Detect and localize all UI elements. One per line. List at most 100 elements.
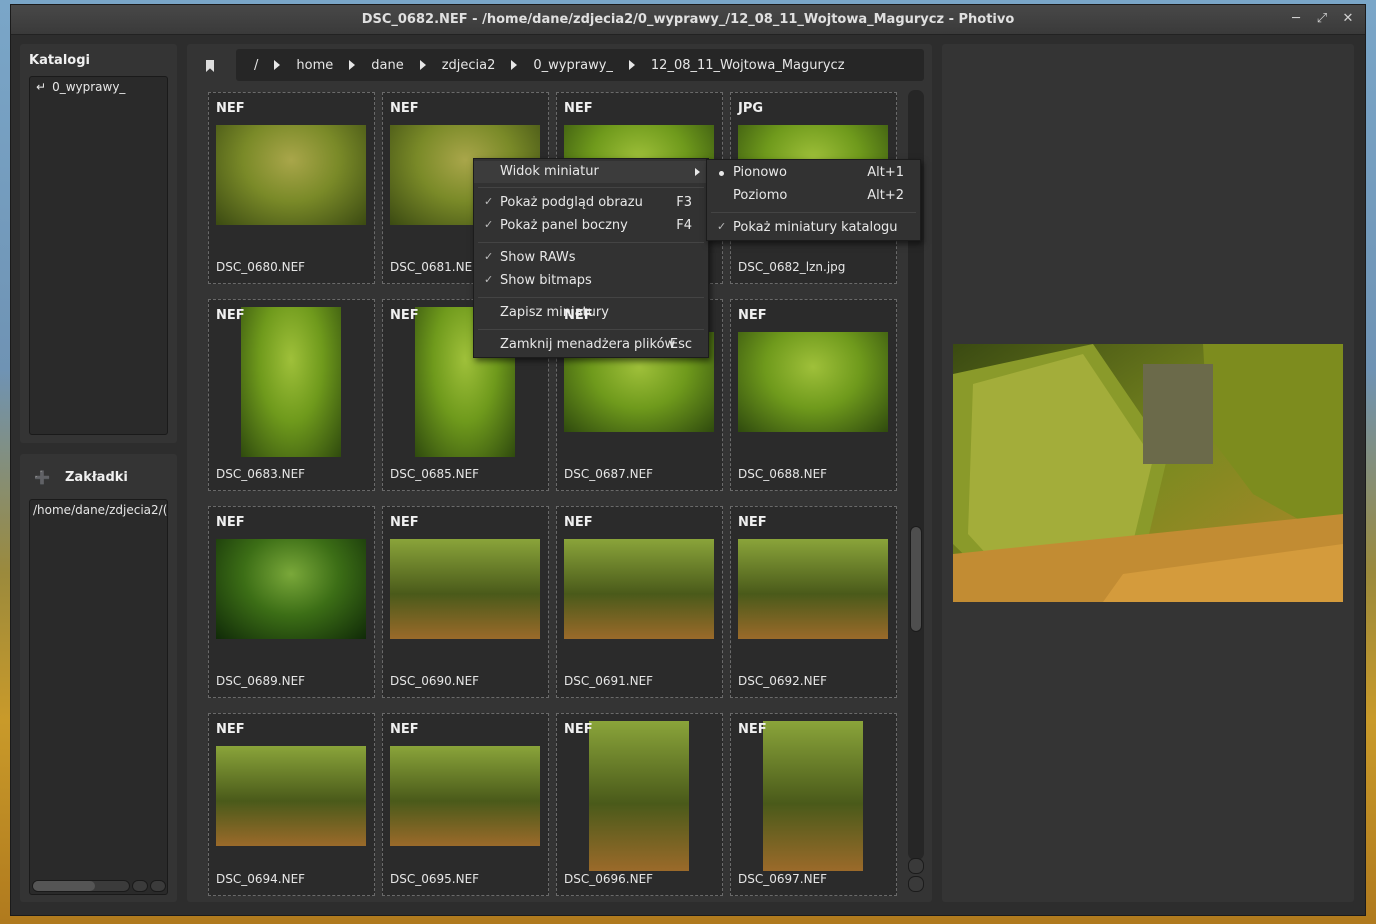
- thumbnail-file-type: NEF: [738, 308, 767, 323]
- maximize-icon[interactable]: ⤢: [1315, 12, 1329, 26]
- thumbnail-file-type: NEF: [564, 515, 593, 530]
- check-icon: ✓: [484, 250, 494, 263]
- chevron-right-icon[interactable]: [628, 60, 635, 70]
- submenu-item-horizontal[interactable]: Poziomo Alt+2: [707, 185, 920, 207]
- breadcrumb-root[interactable]: /: [244, 58, 268, 73]
- thumbnail-file-name: DSC_0680.NEF: [216, 260, 306, 274]
- thumbnail-file-type: NEF: [564, 722, 593, 737]
- menu-item-view-thumbnails[interactable]: Widok miniatur: [474, 161, 708, 183]
- thumbnail-item[interactable]: NEF DSC_0691.NEF: [556, 506, 723, 698]
- thumbnail-file-type: NEF: [216, 722, 245, 737]
- thumbnail-file-type: NEF: [564, 101, 593, 116]
- catalogs-title: Katalogi: [29, 53, 90, 68]
- thumbnail-file-name: DSC_0691.NEF: [564, 674, 654, 688]
- bookmark-item[interactable]: /home/dane/zdjecia2/(: [33, 503, 167, 517]
- bookmarks-title: Zakładki: [65, 470, 128, 485]
- breadcrumb-zdjecia2[interactable]: zdjecia2: [432, 58, 506, 73]
- thumbnail-file-name: DSC_0683.NEF: [216, 467, 306, 481]
- thumbnail-file-name: DSC_0685.NEF: [390, 467, 480, 481]
- bookmarks-panel: ➕ Zakładki /home/dane/zdjecia2/(: [20, 454, 177, 902]
- check-icon: ✓: [484, 218, 494, 231]
- thumbnail-file-type: NEF: [738, 515, 767, 530]
- window-title: DSC_0682.NEF - /home/dane/zdjecia2/0_wyp…: [361, 12, 1015, 27]
- thumbnail-file-type: NEF: [390, 308, 419, 323]
- thumbnail-item[interactable]: NEF DSC_0692.NEF: [730, 506, 897, 698]
- breadcrumb-current[interactable]: 12_08_11_Wojtowa_Magurycz: [641, 58, 855, 73]
- thumbnail-image: [216, 125, 366, 225]
- catalog-item-0-wyprawy[interactable]: ↵ 0_wyprawy_: [36, 80, 125, 94]
- menu-item-show-bitmaps[interactable]: ✓ Show bitmaps: [474, 270, 708, 292]
- minimize-icon[interactable]: ─: [1289, 12, 1303, 26]
- thumbnail-item[interactable]: NEF DSC_0680.NEF: [208, 92, 375, 284]
- thumbnail-item[interactable]: NEF DSC_0697.NEF: [730, 713, 897, 896]
- breadcrumb-dane[interactable]: dane: [361, 58, 413, 73]
- thumbnail-file-type: NEF: [390, 722, 419, 737]
- menu-item-show-raws[interactable]: ✓ Show RAWs: [474, 247, 708, 269]
- thumbnail-file-name: DSC_0682_lzn.jpg: [738, 260, 846, 274]
- bookmarks-list[interactable]: /home/dane/zdjecia2/(: [29, 499, 168, 895]
- context-menu: Widok miniatur ✓ Pokaż podgląd obrazu F3…: [473, 158, 709, 358]
- submenu-item-vertical[interactable]: Pionowo Alt+1: [707, 162, 920, 184]
- check-icon: ✓: [484, 273, 494, 286]
- menu-item-show-preview[interactable]: ✓ Pokaż podgląd obrazu F3: [474, 192, 708, 214]
- thumbnail-image: [763, 721, 863, 871]
- catalog-item-label: 0_wyprawy_: [52, 80, 126, 94]
- folder-up-icon: ↵: [36, 80, 47, 94]
- chevron-right-icon[interactable]: [274, 60, 281, 70]
- thumbnail-file-type: NEF: [216, 308, 245, 323]
- thumbnail-file-type: NEF: [564, 308, 593, 323]
- breadcrumb-wyprawy[interactable]: 0_wyprawy_: [523, 58, 623, 73]
- chevron-right-icon[interactable]: [511, 60, 518, 70]
- thumbnail-image: [390, 746, 540, 846]
- thumbnail-file-type: JPG: [738, 101, 764, 116]
- thumbnail-image: [738, 539, 888, 639]
- chevron-right-icon[interactable]: [419, 60, 426, 70]
- thumbnail-item[interactable]: NEF DSC_0683.NEF: [208, 299, 375, 491]
- thumbnail-file-type: NEF: [738, 722, 767, 737]
- thumbnail-file-name: DSC_0681.NEF: [390, 260, 480, 274]
- scroll-down-button[interactable]: [908, 876, 924, 892]
- thumbnail-file-name: DSC_0690.NEF: [390, 674, 480, 688]
- scroll-up-button[interactable]: [908, 858, 924, 874]
- thumbnail-file-type: NEF: [390, 101, 419, 116]
- thumbnail-file-name: DSC_0697.NEF: [738, 872, 828, 886]
- catalogs-list[interactable]: ↵ 0_wyprawy_: [29, 76, 168, 435]
- thumbnail-file-name: DSC_0695.NEF: [390, 872, 480, 886]
- thumbnail-image: [589, 721, 689, 871]
- radio-selected-icon: [719, 171, 724, 176]
- add-bookmark-icon[interactable]: ➕: [34, 471, 50, 486]
- thumbnail-file-type: NEF: [390, 515, 419, 530]
- thumbnail-image: [390, 539, 540, 639]
- preview-image: [953, 344, 1343, 602]
- thumbnail-image: [738, 332, 888, 432]
- thumbnail-file-name: DSC_0689.NEF: [216, 674, 306, 688]
- thumbnail-image: [564, 539, 714, 639]
- thumbnail-view-submenu: Pionowo Alt+1 Poziomo Alt+2 ✓ Pokaż mini…: [706, 159, 921, 241]
- thumbnail-file-type: NEF: [216, 515, 245, 530]
- check-icon: ✓: [484, 195, 494, 208]
- scrollbar-thumb[interactable]: [910, 526, 922, 632]
- breadcrumb: / home dane zdjecia2 0_wyprawy_ 12_08_11…: [236, 49, 924, 81]
- title-bar[interactable]: DSC_0682.NEF - /home/dane/zdjecia2/0_wyp…: [11, 5, 1365, 35]
- submenu-item-show-dir-thumbs[interactable]: ✓ Pokaż miniatury katalogu: [707, 217, 920, 239]
- submenu-arrow-icon: [695, 168, 700, 176]
- thumbnail-item[interactable]: NEF DSC_0695.NEF: [382, 713, 549, 896]
- thumbnail-file-type: NEF: [216, 101, 245, 116]
- chevron-right-icon[interactable]: [349, 60, 356, 70]
- menu-item-show-sidebar[interactable]: ✓ Pokaż panel boczny F4: [474, 215, 708, 237]
- catalogs-panel: Katalogi ↵ 0_wyprawy_: [20, 44, 177, 443]
- thumbnail-file-name: DSC_0687.NEF: [564, 467, 654, 481]
- bookmarks-hscrollbar[interactable]: [32, 880, 166, 892]
- thumbnail-file-name: DSC_0694.NEF: [216, 872, 306, 886]
- thumbnail-item[interactable]: NEF DSC_0696.NEF: [556, 713, 723, 896]
- thumbnail-file-name: DSC_0692.NEF: [738, 674, 828, 688]
- thumbnail-item[interactable]: NEF DSC_0690.NEF: [382, 506, 549, 698]
- thumbnail-item[interactable]: NEF DSC_0688.NEF: [730, 299, 897, 491]
- thumbnail-item[interactable]: NEF DSC_0689.NEF: [208, 506, 375, 698]
- close-icon[interactable]: ✕: [1341, 12, 1355, 26]
- menu-item-close-manager[interactable]: Zamknij menadżera plików Esc: [474, 334, 708, 356]
- breadcrumb-home[interactable]: home: [286, 58, 343, 73]
- thumbnail-image: [241, 307, 341, 457]
- thumbnail-image: [216, 746, 366, 846]
- thumbnail-item[interactable]: NEF DSC_0694.NEF: [208, 713, 375, 896]
